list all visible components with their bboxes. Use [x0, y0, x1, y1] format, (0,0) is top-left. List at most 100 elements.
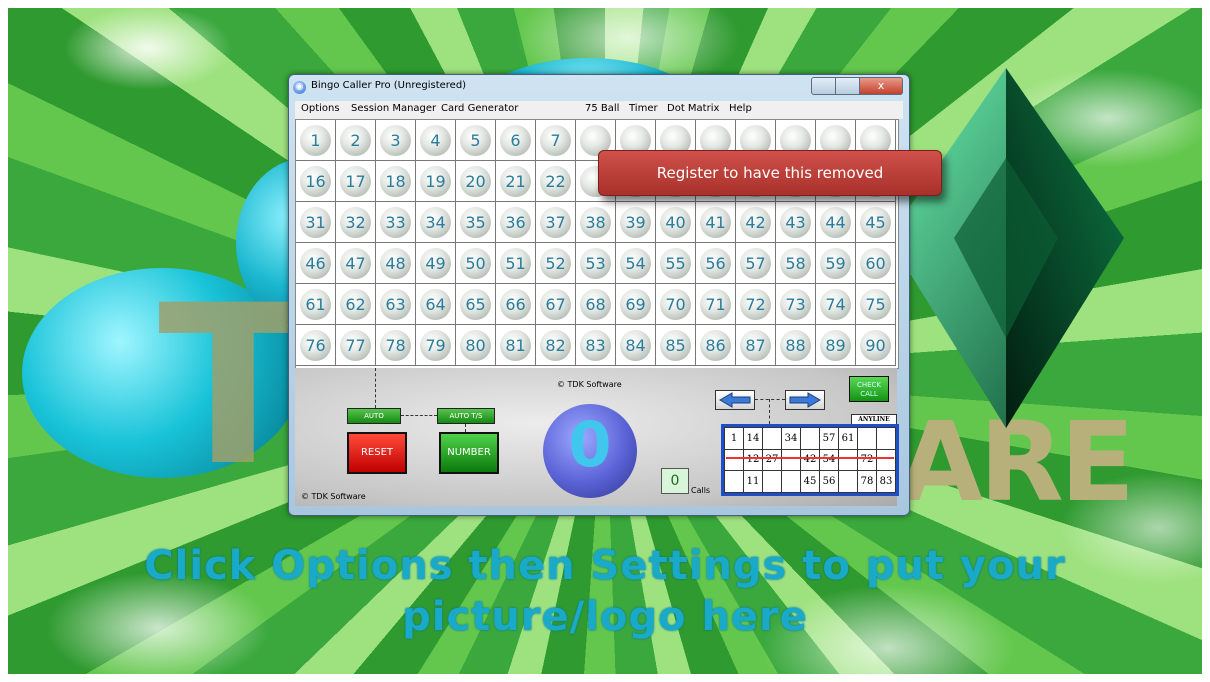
- number-ball[interactable]: 66: [500, 289, 531, 320]
- number-ball[interactable]: 38: [580, 207, 611, 238]
- board-cell[interactable]: 58: [776, 243, 816, 284]
- number-ball[interactable]: 63: [380, 289, 411, 320]
- board-cell[interactable]: 2: [336, 120, 376, 161]
- menu-card-generator[interactable]: Card Generator: [441, 103, 518, 114]
- number-ball[interactable]: 50: [460, 248, 491, 279]
- board-cell[interactable]: 85: [656, 325, 696, 366]
- board-cell[interactable]: 65: [456, 284, 496, 325]
- board-cell[interactable]: 35: [456, 202, 496, 243]
- board-cell[interactable]: 31: [296, 202, 336, 243]
- number-ball[interactable]: 74: [820, 289, 851, 320]
- number-ball[interactable]: 57: [740, 248, 771, 279]
- number-ball[interactable]: 42: [740, 207, 771, 238]
- menu-timer[interactable]: Timer: [629, 103, 658, 114]
- number-ball[interactable]: 59: [820, 248, 851, 279]
- number-ball[interactable]: 51: [500, 248, 531, 279]
- board-cell[interactable]: 22: [536, 161, 576, 202]
- number-ball[interactable]: 53: [580, 248, 611, 279]
- number-ball[interactable]: 4: [420, 125, 451, 156]
- board-cell[interactable]: 46: [296, 243, 336, 284]
- number-ball[interactable]: 18: [380, 166, 411, 197]
- number-ball[interactable]: 82: [540, 330, 571, 361]
- auto-ts-button[interactable]: AUTO T/S: [437, 408, 495, 424]
- number-ball[interactable]: 1: [300, 125, 331, 156]
- number-ball[interactable]: 70: [660, 289, 691, 320]
- number-ball[interactable]: 31: [300, 207, 331, 238]
- number-ball[interactable]: 19: [420, 166, 451, 197]
- board-cell[interactable]: 18: [376, 161, 416, 202]
- minimize-button[interactable]: [811, 77, 837, 95]
- board-cell[interactable]: 61: [296, 284, 336, 325]
- number-ball[interactable]: 22: [540, 166, 571, 197]
- number-ball[interactable]: 48: [380, 248, 411, 279]
- board-cell[interactable]: 54: [616, 243, 656, 284]
- board-cell[interactable]: 83: [576, 325, 616, 366]
- board-cell[interactable]: 62: [336, 284, 376, 325]
- board-cell[interactable]: 71: [696, 284, 736, 325]
- number-button[interactable]: NUMBER: [439, 432, 499, 474]
- board-cell[interactable]: 16: [296, 161, 336, 202]
- menu-options[interactable]: Options: [301, 103, 340, 114]
- number-ball[interactable]: 83: [580, 330, 611, 361]
- previous-card-button[interactable]: [715, 390, 755, 410]
- number-ball[interactable]: 60: [860, 248, 891, 279]
- number-ball[interactable]: 67: [540, 289, 571, 320]
- board-cell[interactable]: 37: [536, 202, 576, 243]
- close-button[interactable]: x: [859, 77, 903, 95]
- board-cell[interactable]: 19: [416, 161, 456, 202]
- next-card-button[interactable]: [785, 390, 825, 410]
- menu-dot-matrix[interactable]: Dot Matrix: [667, 103, 719, 114]
- number-ball[interactable]: 84: [620, 330, 651, 361]
- number-ball[interactable]: 6: [500, 125, 531, 156]
- board-cell[interactable]: 84: [616, 325, 656, 366]
- reset-button[interactable]: RESET: [347, 432, 407, 474]
- board-cell[interactable]: 66: [496, 284, 536, 325]
- board-cell[interactable]: 79: [416, 325, 456, 366]
- board-cell[interactable]: 55: [656, 243, 696, 284]
- board-cell[interactable]: 86: [696, 325, 736, 366]
- number-ball[interactable]: 39: [620, 207, 651, 238]
- number-ball[interactable]: 35: [460, 207, 491, 238]
- board-cell[interactable]: 56: [696, 243, 736, 284]
- menu-help[interactable]: Help: [729, 103, 752, 114]
- number-ball[interactable]: 78: [380, 330, 411, 361]
- number-ball[interactable]: 20: [460, 166, 491, 197]
- number-ball[interactable]: 21: [500, 166, 531, 197]
- number-ball[interactable]: 61: [300, 289, 331, 320]
- board-cell[interactable]: 33: [376, 202, 416, 243]
- number-ball[interactable]: 64: [420, 289, 451, 320]
- board-cell[interactable]: 51: [496, 243, 536, 284]
- board-cell[interactable]: 76: [296, 325, 336, 366]
- board-cell[interactable]: 67: [536, 284, 576, 325]
- board-cell[interactable]: 53: [576, 243, 616, 284]
- board-cell[interactable]: 52: [536, 243, 576, 284]
- number-ball[interactable]: 3: [380, 125, 411, 156]
- number-ball[interactable]: 16: [300, 166, 331, 197]
- board-cell[interactable]: 59: [816, 243, 856, 284]
- number-ball[interactable]: 89: [820, 330, 851, 361]
- number-ball[interactable]: 73: [780, 289, 811, 320]
- number-ball[interactable]: 62: [340, 289, 371, 320]
- number-ball[interactable]: 43: [780, 207, 811, 238]
- number-ball[interactable]: 5: [460, 125, 491, 156]
- board-cell[interactable]: 39: [616, 202, 656, 243]
- number-ball[interactable]: 79: [420, 330, 451, 361]
- number-ball[interactable]: 87: [740, 330, 771, 361]
- number-ball[interactable]: 45: [860, 207, 891, 238]
- board-cell[interactable]: 40: [656, 202, 696, 243]
- number-ball[interactable]: 76: [300, 330, 331, 361]
- board-cell[interactable]: 63: [376, 284, 416, 325]
- board-cell[interactable]: 47: [336, 243, 376, 284]
- board-cell[interactable]: 17: [336, 161, 376, 202]
- number-ball[interactable]: 88: [780, 330, 811, 361]
- board-cell[interactable]: 50: [456, 243, 496, 284]
- auto-button[interactable]: AUTO: [347, 408, 401, 424]
- menu-75-ball[interactable]: 75 Ball: [585, 103, 619, 114]
- number-ball[interactable]: 49: [420, 248, 451, 279]
- board-cell[interactable]: 20: [456, 161, 496, 202]
- board-cell[interactable]: 75: [856, 284, 896, 325]
- number-ball[interactable]: 33: [380, 207, 411, 238]
- number-ball[interactable]: 37: [540, 207, 571, 238]
- number-ball[interactable]: 72: [740, 289, 771, 320]
- number-ball[interactable]: 77: [340, 330, 371, 361]
